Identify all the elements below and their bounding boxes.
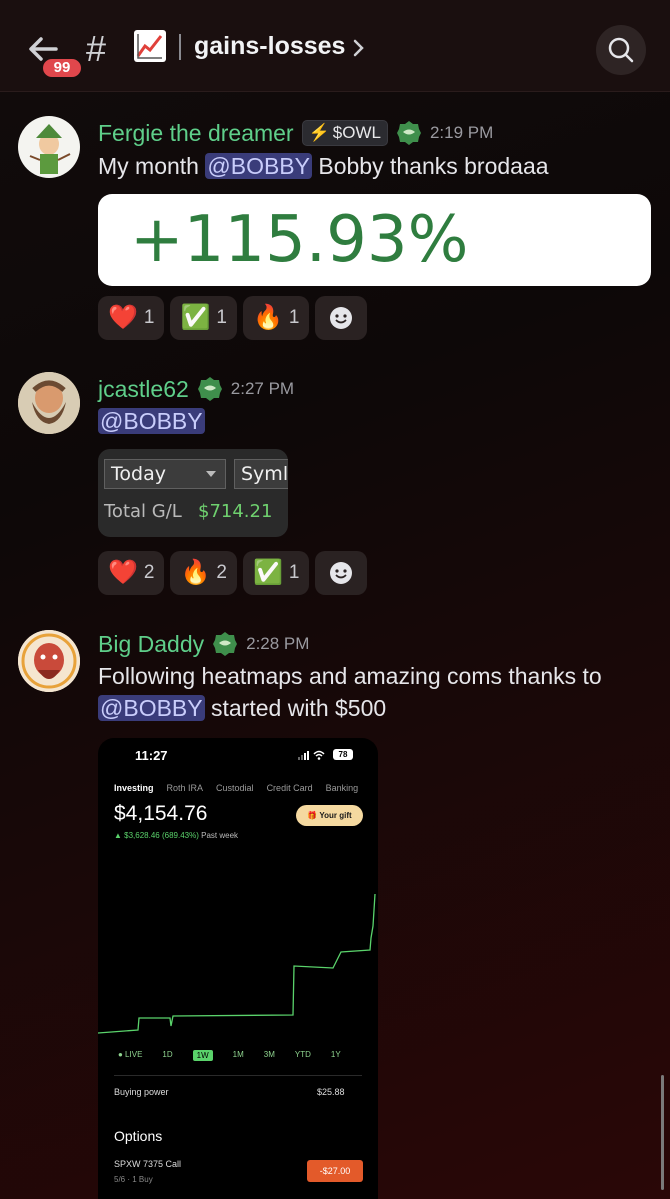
heart-emoji-icon: ❤️ xyxy=(108,559,138,586)
fire-emoji-icon: 🔥 xyxy=(252,304,283,331)
heart-emoji-icon: ❤️ xyxy=(108,304,138,331)
smiley-icon xyxy=(330,562,353,584)
chart-emoji-icon xyxy=(134,30,166,62)
image-attachment[interactable]: +115.93% xyxy=(98,194,651,286)
reaction-check[interactable]: ✅ 1 xyxy=(170,296,237,340)
buying-power-value: $25.88 xyxy=(317,1087,345,1097)
search-button[interactable] xyxy=(596,25,646,75)
caret-down-icon xyxy=(206,471,216,477)
reactions-row: ❤️ 2 🔥 2 ✅ 1 xyxy=(98,551,368,595)
avatar[interactable] xyxy=(18,630,80,692)
message-text: @BOBBY xyxy=(98,405,205,437)
header-separator xyxy=(179,34,181,60)
check-emoji-icon: ✅ xyxy=(180,304,211,331)
options-heading: Options xyxy=(114,1128,163,1144)
chevron-right-icon[interactable] xyxy=(352,37,366,59)
contract-name: SPXW 7375 Call xyxy=(114,1159,182,1169)
user-mention[interactable]: @BOBBY xyxy=(98,695,205,721)
portfolio-balance: $4,154.76 xyxy=(114,802,208,825)
smiley-icon xyxy=(330,307,353,329)
range-1w: 1W xyxy=(192,1050,213,1061)
channel-name[interactable]: gains-losses xyxy=(194,32,345,61)
scrollbar[interactable] xyxy=(661,1075,664,1190)
range-1y: 1Y xyxy=(330,1050,341,1059)
add-reaction-button[interactable] xyxy=(315,296,368,340)
account-tabs: Investing Roth IRA Custodial Credit Card… xyxy=(114,783,371,793)
range-3m: 3M xyxy=(263,1050,275,1059)
range-ytd: YTD xyxy=(294,1050,311,1059)
tab-investing: Investing xyxy=(114,783,154,793)
reaction-check[interactable]: ✅ 1 xyxy=(242,551,310,595)
reaction-heart[interactable]: ❤️ 1 xyxy=(98,296,165,340)
contract-sub: 5/6 · 1 Buy xyxy=(114,1175,153,1184)
author-name[interactable]: Fergie the dreamer xyxy=(98,120,294,147)
total-gl-value: $714.21 xyxy=(198,501,273,522)
check-emoji-icon: ✅ xyxy=(252,559,283,586)
range-1d: 1D xyxy=(162,1050,173,1059)
reaction-fire[interactable]: 🔥 1 xyxy=(242,296,310,340)
message-text-line2: @BOBBY started with $500 xyxy=(98,695,387,721)
add-reaction-button[interactable] xyxy=(315,551,368,595)
server-tag[interactable]: ⚡ $OWL xyxy=(301,120,388,146)
portfolio-line xyxy=(98,893,376,1034)
tab-banking: Banking xyxy=(325,783,359,793)
lightning-icon: ⚡ xyxy=(308,123,330,142)
author-name[interactable]: jcastle62 xyxy=(98,376,189,403)
range-1m: 1M xyxy=(232,1050,244,1059)
timestamp: 2:28 PM xyxy=(246,634,310,653)
avatar[interactable] xyxy=(18,372,80,434)
channel-header: 99 # gains-losses xyxy=(0,0,670,92)
hash-icon: # xyxy=(86,28,107,69)
message-text: My month @BOBBY Bobby thanks brodaaa xyxy=(98,153,549,179)
timestamp: 2:27 PM xyxy=(230,379,295,398)
range-selector: ● LIVE 1D 1W 1M 3M YTD 1Y xyxy=(118,1050,361,1061)
tab-roth-ira: Roth IRA xyxy=(166,783,204,793)
range-live: ● LIVE xyxy=(118,1050,143,1059)
author-name[interactable]: Big Daddy xyxy=(98,631,204,658)
search-icon xyxy=(608,37,634,63)
role-badge-icon xyxy=(213,632,238,656)
buying-power-label: Buying power xyxy=(114,1087,169,1097)
user-mention[interactable]: @BOBBY xyxy=(98,408,205,434)
battery-icon: 78 xyxy=(333,749,353,760)
role-badge-icon xyxy=(197,377,222,401)
role-badge-icon xyxy=(396,121,421,145)
contract-value: -$27.00 xyxy=(307,1160,363,1182)
symbol-dropdown: Syml xyxy=(234,459,288,489)
gift-icon: 🎁 xyxy=(307,811,320,820)
user-mention[interactable]: @BOBBY xyxy=(205,153,312,179)
tab-credit-card: Credit Card xyxy=(266,783,313,793)
weekly-change: ▲ $3,628.46 (689.43%) Past week xyxy=(114,831,239,840)
image-attachment[interactable]: Today Syml Total G/L $714.21 xyxy=(98,449,288,537)
total-gl-label: Total G/L xyxy=(104,501,182,522)
timestamp: 2:19 PM xyxy=(429,123,494,142)
image-attachment[interactable]: 11:27 78 Investing Roth IRA Custodial Cr… xyxy=(98,738,378,1199)
unread-badge: 99 xyxy=(40,56,84,80)
gift-badge: 🎁 Your gift xyxy=(296,805,363,826)
reaction-heart[interactable]: ❤️ 2 xyxy=(98,551,165,595)
tab-custodial: Custodial xyxy=(216,783,254,793)
signal-wifi-icon xyxy=(298,750,325,760)
fire-emoji-icon: 🔥 xyxy=(180,559,211,586)
reactions-row: ❤️ 1 ✅ 1 🔥 1 xyxy=(98,296,368,340)
divider xyxy=(114,1075,362,1076)
message-text-line1: Following heatmaps and amazing coms than… xyxy=(98,663,602,689)
reaction-fire[interactable]: 🔥 2 xyxy=(170,551,237,595)
status-time: 11:27 xyxy=(135,748,168,763)
avatar[interactable] xyxy=(18,116,80,178)
portfolio-chart xyxy=(98,893,376,1034)
